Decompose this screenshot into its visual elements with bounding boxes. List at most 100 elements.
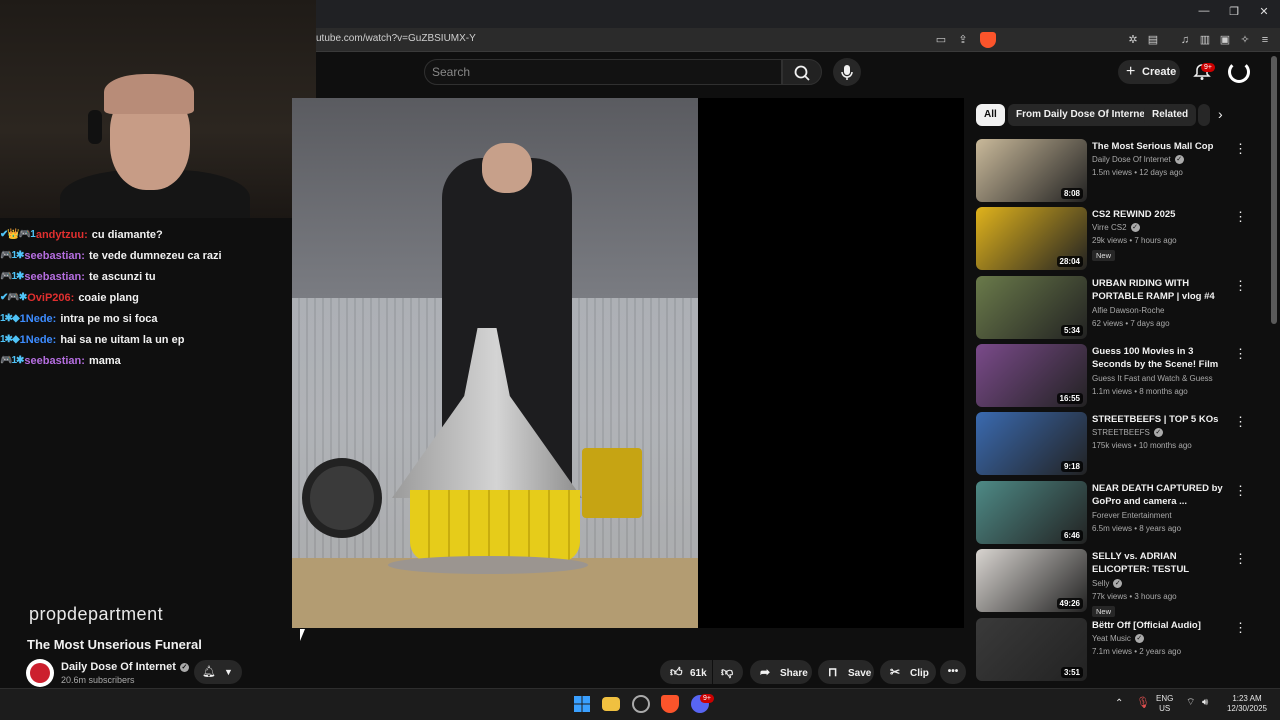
chip-all[interactable]: All xyxy=(976,104,1005,126)
extensions-icon[interactable]: ✲ xyxy=(1126,33,1140,47)
recommendation-item[interactable]: 49:26 SELLY vs. ADRIAN ELICOPTER: TESTUL … xyxy=(976,549,1266,617)
leo-ai-icon[interactable]: ✧ xyxy=(1238,33,1252,47)
recommendation-channel[interactable]: Alfie Dawson-Roche xyxy=(1092,306,1164,315)
more-vertical-icon[interactable]: ⋮ xyxy=(1234,209,1247,225)
close-window-button[interactable]: ✕ xyxy=(1254,5,1274,18)
recommendation-title[interactable]: URBAN RIDING WITH PORTABLE RAMP | vlog #… xyxy=(1092,277,1232,303)
recommendation-title[interactable]: STREETBEEFS | TOP 5 KOs xyxy=(1092,413,1232,426)
recommendation-item[interactable]: 16:55 Guess 100 Movies in 3 Seconds by th… xyxy=(976,344,1266,408)
scrollbar[interactable] xyxy=(1271,56,1277,324)
recommendation-item[interactable]: 5:34 URBAN RIDING WITH PORTABLE RAMP | vl… xyxy=(976,276,1266,340)
share-page-icon[interactable]: ⇪ xyxy=(956,33,970,47)
recommendation-channel[interactable]: Selly ✓ xyxy=(1092,579,1123,589)
obs-icon[interactable] xyxy=(632,695,650,713)
video-yellow-cart xyxy=(582,448,642,518)
video-thumbnail[interactable]: 16:55 xyxy=(976,344,1087,407)
recommendation-channel-text: Virre CS2 xyxy=(1092,223,1127,232)
more-vertical-icon[interactable]: ⋮ xyxy=(1234,414,1247,430)
wifi-icon[interactable]: ⌔ xyxy=(1186,698,1195,708)
video-thumbnail[interactable]: 5:34 xyxy=(976,276,1087,339)
recommendation-title[interactable]: NEAR DEATH CAPTURED by GoPro and camera … xyxy=(1092,482,1232,508)
video-thumbnail[interactable]: 9:18 xyxy=(976,412,1087,475)
save-button[interactable]: ⊓ Save xyxy=(818,660,874,684)
more-vertical-icon[interactable]: ⋮ xyxy=(1234,551,1247,567)
video-thumbnail[interactable]: 28:04 xyxy=(976,207,1087,270)
more-vertical-icon[interactable]: ⋮ xyxy=(1234,141,1247,157)
recommendation-channel[interactable]: Virre CS2 ✓ xyxy=(1092,223,1140,233)
recommendation-meta: 1.5m views • 12 days ago xyxy=(1092,168,1183,177)
url-text[interactable]: utube.com/watch?v=GuZBSIUMX-Y xyxy=(316,33,476,44)
video-thumbnail[interactable]: 3:51 xyxy=(976,618,1087,681)
more-vertical-icon[interactable]: ⋮ xyxy=(1234,620,1247,636)
recommendation-channel-text: Daily Dose Of Internet xyxy=(1092,155,1171,164)
chevron-right-icon[interactable]: › xyxy=(1218,106,1223,122)
chat-message: 1✱◆ 1Nede: intra pe mo si foca xyxy=(0,308,292,329)
recommendation-channel[interactable]: Yeat Music ✓ xyxy=(1092,634,1144,644)
wallet-icon[interactable]: ▣ xyxy=(1218,33,1232,47)
mouse-cursor xyxy=(300,629,305,641)
scissors-icon: ✂ xyxy=(890,665,901,679)
clip-label: Clip xyxy=(910,668,929,679)
chat-badges: ✔🎮✱ xyxy=(0,292,27,303)
chat-badges: 🎮1✱ xyxy=(0,355,24,366)
volume-icon[interactable]: 🔊︎ xyxy=(1202,698,1208,708)
recommendation-channel[interactable]: Guess It Fast and Watch & Guess xyxy=(1092,374,1213,383)
chevron-up-icon[interactable]: ⌃ xyxy=(1115,699,1123,709)
search-box[interactable] xyxy=(424,59,782,85)
cast-icon[interactable]: ▭ xyxy=(934,33,948,47)
share-button[interactable]: ➦ Share xyxy=(750,660,812,684)
video-frame[interactable] xyxy=(292,98,698,628)
brave-browser-icon[interactable] xyxy=(661,695,679,713)
bookmark-icon: ⊓ xyxy=(828,665,838,679)
language-indicator[interactable]: ENG US xyxy=(1156,694,1173,714)
clip-button[interactable]: ✂ Clip xyxy=(880,660,936,684)
recommendation-channel[interactable]: Forever Entertainment xyxy=(1092,511,1172,520)
recommendation-title[interactable]: Guess 100 Movies in 3 Seconds by the Sce… xyxy=(1092,345,1232,372)
channel-name[interactable]: Daily Dose Of Internet ✓ xyxy=(61,661,189,673)
media-icon[interactable]: ♫ xyxy=(1178,33,1192,47)
chip-overflow[interactable] xyxy=(1198,104,1210,126)
maximize-button[interactable]: ❐ xyxy=(1224,5,1244,18)
new-badge: New xyxy=(1092,250,1116,261)
video-thumbnail[interactable]: 8:08 xyxy=(976,139,1087,202)
recommendation-item[interactable]: 3:51 Bëttr Off [Official Audio] Yeat Music… xyxy=(976,618,1266,682)
search-button[interactable] xyxy=(782,59,822,85)
recommendation-channel[interactable]: STREETBEEFS ✓ xyxy=(1092,428,1163,438)
recommendation-item[interactable]: 6:46 NEAR DEATH CAPTURED by GoPro and cam… xyxy=(976,481,1266,545)
microphone-icon[interactable]: 🎙︎ xyxy=(1136,698,1150,709)
more-vertical-icon[interactable]: ⋮ xyxy=(1234,346,1247,362)
clock-time: 1:23 AM xyxy=(1232,694,1262,703)
recommendation-item[interactable]: 8:08 The Most Serious Mall Cop Daily Dose … xyxy=(976,139,1266,203)
recommendation-title[interactable]: SELLY vs. ADRIAN ELICOPTER: TESTUL POLIG… xyxy=(1092,550,1232,577)
minimize-button[interactable]: — xyxy=(1194,5,1214,17)
more-vertical-icon[interactable]: ⋮ xyxy=(1234,483,1247,499)
file-explorer-icon[interactable] xyxy=(602,697,620,711)
more-actions-button[interactable]: ••• xyxy=(940,660,966,684)
voice-search-button[interactable] xyxy=(833,58,861,86)
clock[interactable]: 1:23 AM 12/30/2025 xyxy=(1222,694,1272,714)
dislike-button[interactable]: 👎︎ xyxy=(713,660,743,684)
brave-shield-icon[interactable] xyxy=(980,32,996,48)
like-button[interactable]: 👍︎ 61k xyxy=(660,660,712,684)
start-button[interactable] xyxy=(573,695,591,713)
recommendation-item[interactable]: 9:18 STREETBEEFS | TOP 5 KOs STREETBEEFS ✓ 1… xyxy=(976,412,1266,476)
video-thumbnail[interactable]: 6:46 xyxy=(976,481,1087,544)
chip-from-channel[interactable]: From Daily Dose Of Internet xyxy=(1008,104,1157,126)
recommendation-title[interactable]: Bëttr Off [Official Audio] xyxy=(1092,619,1232,632)
chat-message: 1✱◆ 1Nede: hai sa ne uitam la un ep xyxy=(0,329,292,350)
recommendation-channel[interactable]: Daily Dose Of Internet ✓ xyxy=(1092,155,1184,165)
chip-related[interactable]: Related xyxy=(1144,104,1197,126)
account-avatar[interactable] xyxy=(1228,61,1250,83)
more-vertical-icon[interactable]: ⋮ xyxy=(1234,278,1247,294)
recommendation-title[interactable]: CS2 REWIND 2025 xyxy=(1092,208,1232,221)
reader-icon[interactable]: ▤ xyxy=(1146,33,1160,47)
video-thumbnail[interactable]: 49:26 xyxy=(976,549,1087,612)
search-input[interactable]: Search xyxy=(432,65,470,79)
notification-badge: 9+ xyxy=(1201,63,1215,72)
subscription-bell-button[interactable]: 🔔︎ ▼ xyxy=(194,660,242,684)
sidebar-icon[interactable]: ▥ xyxy=(1198,33,1212,47)
recommendation-title[interactable]: The Most Serious Mall Cop xyxy=(1092,140,1232,153)
verified-icon: ✓ xyxy=(1174,155,1184,165)
recommendation-item[interactable]: 28:04 CS2 REWIND 2025 Virre CS2 ✓ 29k views … xyxy=(976,207,1266,271)
menu-icon[interactable]: ≡ xyxy=(1258,33,1272,47)
